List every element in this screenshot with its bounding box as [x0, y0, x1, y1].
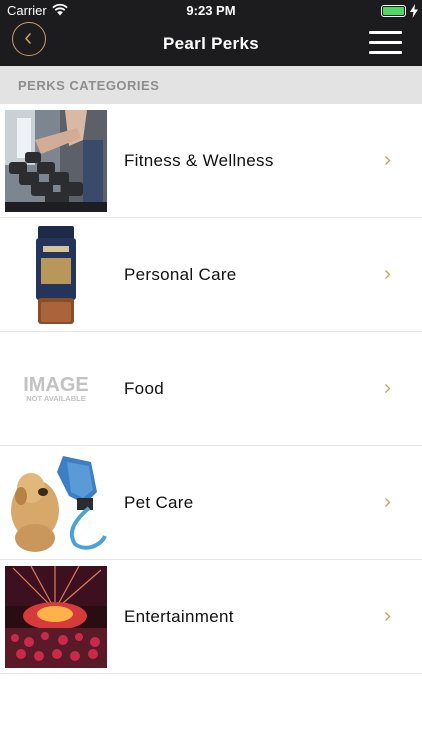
category-label: Food	[124, 379, 164, 398]
category-label: Fitness & Wellness	[124, 151, 274, 170]
navigation-bar: Pearl Perks	[0, 22, 422, 66]
concert-stage-image	[5, 566, 107, 668]
image-not-available-placeholder: IMAGE NOT AVAILABLE	[5, 338, 107, 440]
category-row-food[interactable]: IMAGE NOT AVAILABLE Food	[0, 332, 422, 446]
chevron-right-icon	[385, 612, 391, 621]
charging-bolt-icon	[410, 4, 418, 18]
category-label: Entertainment	[124, 607, 234, 626]
status-bar: Carrier 9:23 PM	[0, 0, 422, 22]
category-thumbnail	[5, 224, 107, 326]
chevron-right-icon	[385, 270, 391, 279]
category-thumbnail: IMAGE NOT AVAILABLE	[5, 338, 107, 440]
hamburger-menu-icon	[369, 31, 402, 34]
category-row-fitness[interactable]: Fitness & Wellness	[0, 104, 422, 218]
category-thumbnail	[5, 566, 107, 668]
svg-text:IMAGE: IMAGE	[23, 374, 89, 396]
section-header: PERKS CATEGORIES	[0, 66, 422, 104]
chevron-right-icon	[385, 498, 391, 507]
category-thumbnail	[5, 110, 107, 212]
dumbbell-rack-image	[5, 110, 107, 212]
status-time: 9:23 PM	[186, 3, 236, 18]
category-label: Personal Care	[124, 265, 237, 284]
page-title: Pearl Perks	[163, 34, 259, 53]
dog-grooming-glove-image	[5, 452, 107, 554]
category-row-entertainment[interactable]: Entertainment	[0, 560, 422, 674]
category-thumbnail	[5, 452, 107, 554]
category-row-pet-care[interactable]: Pet Care	[0, 446, 422, 560]
chevron-right-icon	[385, 384, 391, 393]
menu-button[interactable]	[369, 31, 402, 55]
coffee-jar-image	[5, 224, 107, 326]
category-row-personal-care[interactable]: Personal Care	[0, 218, 422, 332]
battery-icon	[381, 5, 406, 17]
category-list: Fitness & Wellness Personal Care IMAGE N…	[0, 104, 422, 674]
category-label: Pet Care	[124, 493, 194, 512]
chevron-right-icon	[385, 156, 391, 165]
svg-text:NOT AVAILABLE: NOT AVAILABLE	[26, 394, 85, 403]
